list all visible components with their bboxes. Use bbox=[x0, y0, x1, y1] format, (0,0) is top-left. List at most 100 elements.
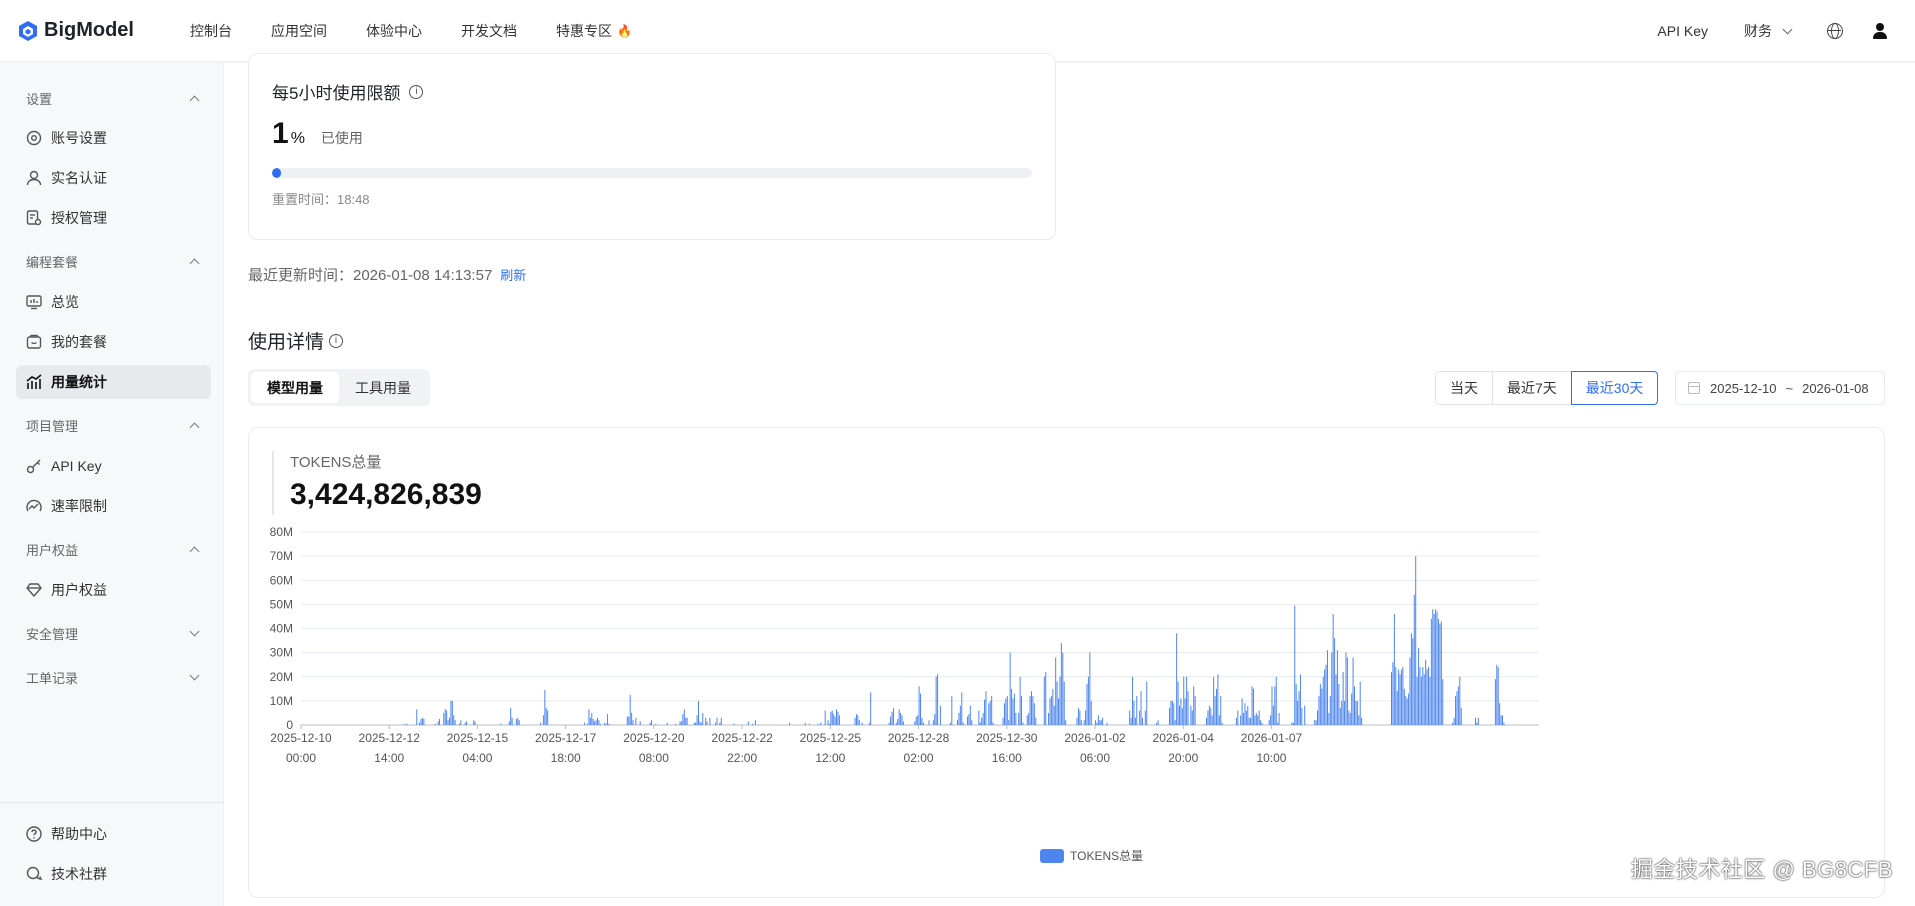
bar bbox=[1218, 715, 1220, 725]
info-icon[interactable]: i bbox=[409, 84, 424, 99]
x-tick-time: 10:00 bbox=[1256, 751, 1286, 765]
sidebar-item-help[interactable]: 帮助中心 bbox=[16, 817, 211, 851]
quota-percent: 1 % 已使用 bbox=[272, 117, 363, 151]
x-tick-time: 00:00 bbox=[286, 751, 316, 765]
x-tick-time: 06:00 bbox=[1080, 751, 1110, 765]
bar bbox=[1248, 717, 1250, 725]
nav-experience[interactable]: 体验中心 bbox=[366, 21, 422, 41]
sidebar-item-realname[interactable]: 实名认证 bbox=[16, 161, 211, 195]
sidebar-group-ticket[interactable]: 工单记录 bbox=[26, 668, 200, 687]
bar bbox=[1499, 703, 1501, 725]
bar bbox=[1144, 710, 1146, 725]
nav-app-space[interactable]: 应用空间 bbox=[271, 21, 327, 41]
authorization-icon bbox=[26, 210, 42, 226]
bar bbox=[709, 717, 711, 725]
nav-deals[interactable]: 特惠专区 🔥 bbox=[556, 21, 632, 41]
bar bbox=[1026, 715, 1028, 725]
legend-label: TOKENS总量 bbox=[1070, 849, 1144, 863]
quota-percent-unit: % bbox=[290, 130, 305, 147]
bar bbox=[1419, 667, 1421, 725]
sidebar-group-rights[interactable]: 用户权益 bbox=[26, 540, 200, 559]
sidebar-item-my-plan[interactable]: 我的套餐 bbox=[16, 325, 211, 359]
bar bbox=[1331, 652, 1333, 726]
info-icon[interactable]: i bbox=[329, 333, 344, 348]
language-button[interactable] bbox=[1827, 23, 1843, 39]
sidebar-item-account[interactable]: 账号设置 bbox=[16, 121, 211, 155]
bar bbox=[1459, 676, 1461, 725]
sidebar-group-settings[interactable]: 设置 bbox=[26, 89, 200, 108]
bar bbox=[599, 723, 601, 725]
bar bbox=[857, 715, 859, 725]
brand-logo[interactable]: BigModel bbox=[18, 19, 190, 42]
bar bbox=[1503, 722, 1505, 725]
quota-percent-value: 1 bbox=[272, 117, 289, 150]
bar bbox=[1013, 693, 1015, 725]
last-updated-text: 最近更新时间：2026-01-08 14:13:57 bbox=[248, 267, 493, 284]
bar bbox=[1002, 717, 1004, 725]
bar bbox=[1408, 693, 1410, 725]
finance-menu[interactable]: 财务 bbox=[1744, 21, 1793, 41]
date-range-picker[interactable]: 2025-12-10 ~ 2026-01-08 bbox=[1675, 371, 1885, 405]
bar bbox=[1413, 594, 1415, 725]
sidebar-item-label: API Key bbox=[51, 458, 102, 474]
bar bbox=[979, 722, 981, 725]
bar bbox=[1341, 700, 1343, 726]
bar bbox=[831, 710, 833, 725]
sidebar-group-label: 工单记录 bbox=[26, 671, 79, 686]
bar bbox=[595, 720, 597, 725]
sidebar-item-overview[interactable]: 总览 bbox=[16, 285, 211, 319]
nav-docs[interactable]: 开发文档 bbox=[461, 21, 517, 41]
sidebar-group-label: 设置 bbox=[26, 92, 53, 107]
sidebar-item-auth[interactable]: 授权管理 bbox=[16, 201, 211, 235]
bar bbox=[914, 721, 916, 725]
sidebar-group-coding[interactable]: 编程套餐 bbox=[26, 252, 200, 271]
bar bbox=[695, 722, 697, 725]
user-menu[interactable] bbox=[1873, 23, 1887, 39]
sidebar-item-apikey[interactable]: API Key bbox=[16, 449, 211, 483]
bar bbox=[406, 723, 408, 725]
bar bbox=[1213, 676, 1215, 725]
bar bbox=[1342, 671, 1344, 725]
bar bbox=[1277, 722, 1279, 725]
date-separator: ~ bbox=[1785, 380, 1794, 396]
range-7days-button[interactable]: 最近7天 bbox=[1492, 371, 1572, 405]
bar bbox=[1157, 720, 1159, 725]
api-key-link[interactable]: API Key bbox=[1657, 23, 1708, 39]
bar bbox=[1254, 715, 1256, 725]
bar bbox=[1191, 710, 1193, 725]
bar bbox=[901, 715, 903, 725]
sidebar-group-label: 编程套餐 bbox=[26, 255, 79, 270]
bar bbox=[1030, 691, 1032, 725]
bar bbox=[1089, 652, 1091, 726]
bar bbox=[1291, 722, 1293, 725]
nav-console[interactable]: 控制台 bbox=[190, 21, 232, 41]
bar bbox=[1062, 652, 1064, 726]
bar bbox=[868, 722, 870, 725]
bar bbox=[918, 686, 920, 725]
tab-tool-usage[interactable]: 工具用量 bbox=[339, 372, 427, 403]
range-30days-button[interactable]: 最近30天 bbox=[1570, 371, 1659, 405]
sidebar-item-usage[interactable]: 用量统计 bbox=[16, 365, 211, 399]
bar bbox=[1235, 717, 1237, 725]
bar bbox=[416, 709, 418, 725]
bar bbox=[631, 712, 633, 725]
sidebar-item-rights[interactable]: 用户权益 bbox=[16, 573, 211, 607]
range-today-button[interactable]: 当天 bbox=[1435, 371, 1493, 405]
x-tick-time: 08:00 bbox=[639, 751, 669, 765]
sidebar-item-community[interactable]: 技术社群 bbox=[16, 857, 211, 891]
bar bbox=[1324, 669, 1326, 725]
chart-legend[interactable]: TOKENS总量 bbox=[1040, 847, 1143, 864]
sidebar-group-security[interactable]: 安全管理 bbox=[26, 624, 200, 643]
sidebar-group-project[interactable]: 项目管理 bbox=[26, 416, 200, 435]
bar bbox=[719, 722, 721, 725]
x-tick-date: 2026-01-02 bbox=[1064, 731, 1126, 745]
bar bbox=[1292, 722, 1294, 725]
chevron-up-icon bbox=[189, 422, 200, 433]
key-icon bbox=[26, 459, 41, 474]
sidebar-item-rate[interactable]: 速率限制 bbox=[16, 489, 211, 523]
refresh-link[interactable]: 刷新 bbox=[500, 268, 526, 283]
bar bbox=[1344, 700, 1346, 726]
bar bbox=[1346, 657, 1348, 725]
bar bbox=[949, 722, 951, 725]
tab-model-usage[interactable]: 模型用量 bbox=[251, 372, 339, 403]
